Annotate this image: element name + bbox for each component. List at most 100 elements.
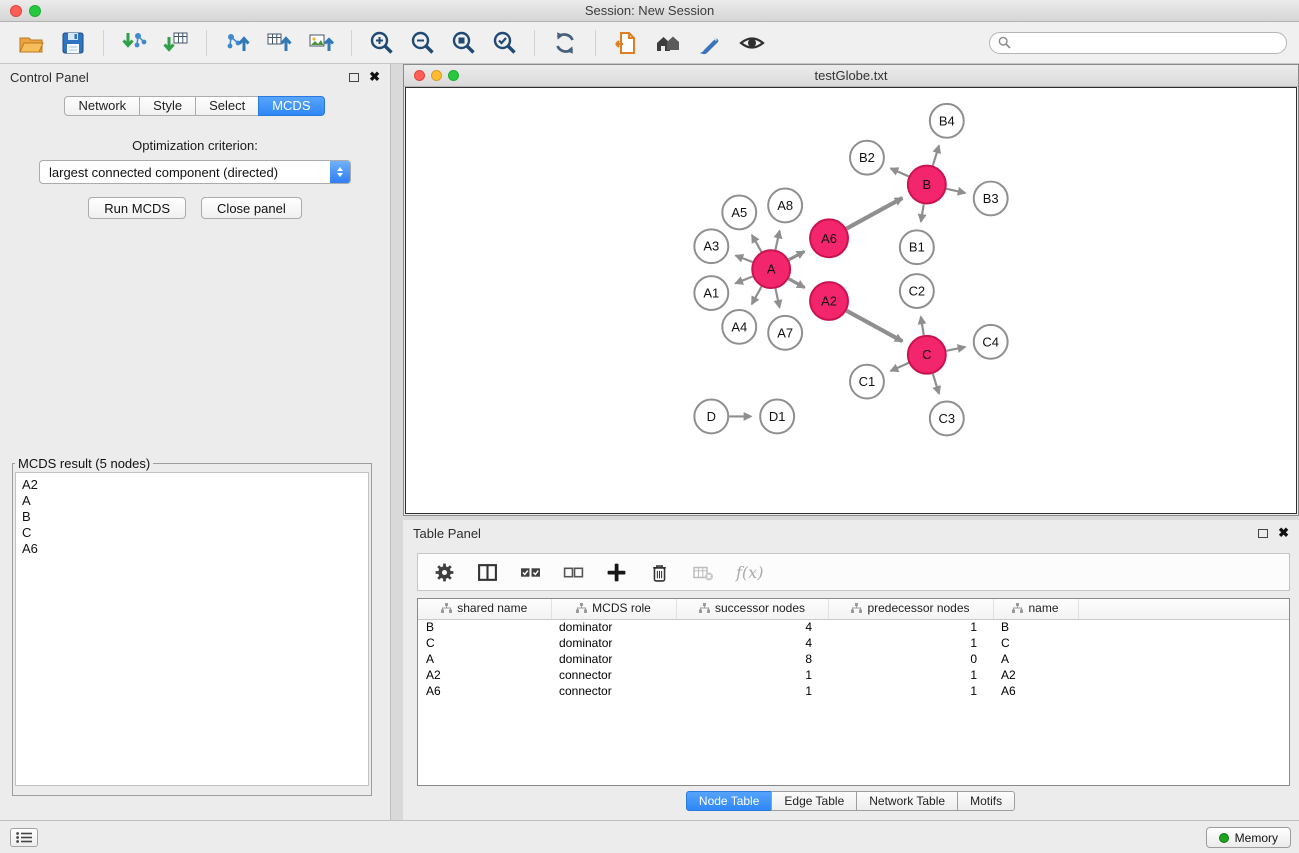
edge-A-A3[interactable] (736, 256, 753, 262)
open-session-button[interactable] (15, 27, 47, 59)
apply-layout-button[interactable] (549, 27, 581, 59)
tab-mcds[interactable]: MCDS (258, 96, 324, 116)
mcds-result-item[interactable]: B (22, 509, 362, 525)
node-A2[interactable]: A2 (810, 282, 848, 320)
zoom-window-button[interactable] (29, 5, 41, 17)
show-columns-button[interactable] (477, 562, 498, 583)
edge-A-A5[interactable] (752, 235, 761, 252)
edge-A-A1[interactable] (735, 277, 752, 284)
tab-network[interactable]: Network (64, 96, 140, 116)
zoom-out-button[interactable] (407, 27, 438, 58)
table-cell[interactable]: C (993, 635, 1078, 651)
table-cell[interactable]: 1 (676, 667, 828, 683)
node-A8[interactable]: A8 (768, 189, 802, 223)
table-cell[interactable]: dominator (551, 619, 676, 635)
create-column-button[interactable] (606, 562, 627, 583)
node-D1[interactable]: D1 (760, 400, 794, 434)
mcds-result-item[interactable]: A6 (22, 541, 362, 557)
node-A4[interactable]: A4 (722, 310, 756, 344)
node-B1[interactable]: B1 (900, 230, 934, 264)
table-cell[interactable]: 1 (828, 683, 993, 699)
table-cell[interactable]: C (418, 635, 551, 651)
table-row[interactable]: Adominator80A (418, 651, 1289, 667)
mcds-result-item[interactable]: A2 (22, 477, 362, 493)
node-B3[interactable]: B3 (974, 182, 1008, 216)
network-canvas[interactable]: B4B2BB3A5A8A6A3B1AC2A1A2A4A7C4CC1C3DD1 (405, 87, 1297, 514)
float-table-panel-icon[interactable] (1258, 529, 1268, 538)
node-C3[interactable]: C3 (930, 402, 964, 436)
node-A3[interactable]: A3 (694, 229, 728, 263)
table-cell[interactable]: B (993, 619, 1078, 635)
table-cell[interactable]: A (993, 651, 1078, 667)
column-header-shared-name[interactable]: shared name (418, 599, 551, 619)
table-cell[interactable]: A6 (418, 683, 551, 699)
table-cell[interactable]: 1 (828, 619, 993, 635)
tab-edge-table[interactable]: Edge Table (771, 791, 857, 811)
save-session-button[interactable] (57, 27, 89, 59)
mcds-result-item[interactable]: C (22, 525, 362, 541)
zoom-selected-button[interactable] (489, 27, 520, 58)
tab-node-table[interactable]: Node Table (686, 791, 773, 811)
node-A1[interactable]: A1 (694, 276, 728, 310)
table-cell[interactable]: A6 (993, 683, 1078, 699)
export-table-button[interactable] (263, 27, 295, 59)
tab-select[interactable]: Select (195, 96, 259, 116)
search-input[interactable] (1016, 36, 1278, 50)
node-B[interactable]: B (908, 166, 946, 204)
tab-style[interactable]: Style (139, 96, 196, 116)
close-window-button[interactable] (10, 5, 22, 17)
close-panel-button[interactable]: Close panel (201, 197, 302, 219)
column-header-name[interactable]: name (993, 599, 1078, 619)
table-cell[interactable]: 0 (828, 651, 993, 667)
deselect-all-button[interactable] (563, 562, 584, 583)
network-graph[interactable]: B4B2BB3A5A8A6A3B1AC2A1A2A4A7C4CC1C3DD1 (406, 88, 1296, 513)
table-cell[interactable]: A2 (418, 667, 551, 683)
edge-B-B2[interactable] (891, 168, 909, 176)
minimize-network-window-button[interactable] (431, 70, 442, 81)
table-cell[interactable]: connector (551, 667, 676, 683)
node-A7[interactable]: A7 (768, 316, 802, 350)
column-header-successor-nodes[interactable]: successor nodes (676, 599, 828, 619)
memory-button[interactable]: Memory (1206, 827, 1291, 848)
table-cell[interactable]: 1 (676, 683, 828, 699)
table-cell[interactable]: dominator (551, 651, 676, 667)
table-cell[interactable]: A2 (993, 667, 1078, 683)
node-C1[interactable]: C1 (850, 365, 884, 399)
import-network-button[interactable] (118, 27, 150, 59)
criterion-dropdown[interactable]: largest connected component (directed) (39, 160, 351, 184)
table-row[interactable]: A2connector11A2 (418, 667, 1289, 683)
node-B4[interactable]: B4 (930, 104, 964, 138)
table-settings-button[interactable] (434, 562, 455, 583)
edge-B-B1[interactable] (921, 204, 924, 221)
node-C[interactable]: C (908, 336, 946, 374)
table-cell[interactable]: 4 (676, 635, 828, 651)
edge-A-A2[interactable] (789, 279, 805, 288)
close-table-panel-icon[interactable]: ✖ (1278, 528, 1289, 538)
zoom-in-button[interactable] (366, 27, 397, 58)
edge-C-C1[interactable] (891, 363, 909, 371)
edge-B-B4[interactable] (933, 146, 939, 166)
table-cell[interactable]: dominator (551, 635, 676, 651)
zoom-fit-button[interactable] (448, 27, 479, 58)
open-network-document-button[interactable] (610, 27, 642, 59)
column-header-predecessor-nodes[interactable]: predecessor nodes (828, 599, 993, 619)
table-cell[interactable]: B (418, 619, 551, 635)
table-cell[interactable]: connector (551, 683, 676, 699)
edge-C-C2[interactable] (921, 317, 924, 335)
table-row[interactable]: Bdominator41B (418, 619, 1289, 635)
node-A5[interactable]: A5 (722, 195, 756, 229)
close-network-window-button[interactable] (414, 70, 425, 81)
import-table-button[interactable] (160, 27, 192, 59)
table-cell[interactable]: 1 (828, 635, 993, 651)
function-builder-button[interactable]: f(x) (736, 563, 763, 582)
show-details-button[interactable] (736, 27, 768, 59)
edge-A2-C[interactable] (847, 311, 903, 342)
edge-A-A4[interactable] (752, 287, 762, 305)
home-button[interactable] (652, 27, 684, 59)
tab-motifs[interactable]: Motifs (957, 791, 1015, 811)
edge-A-A8[interactable] (775, 231, 779, 250)
table-cell[interactable]: A (418, 651, 551, 667)
table-cell[interactable]: 1 (828, 667, 993, 683)
node-D[interactable]: D (694, 400, 728, 434)
node-C2[interactable]: C2 (900, 274, 934, 308)
